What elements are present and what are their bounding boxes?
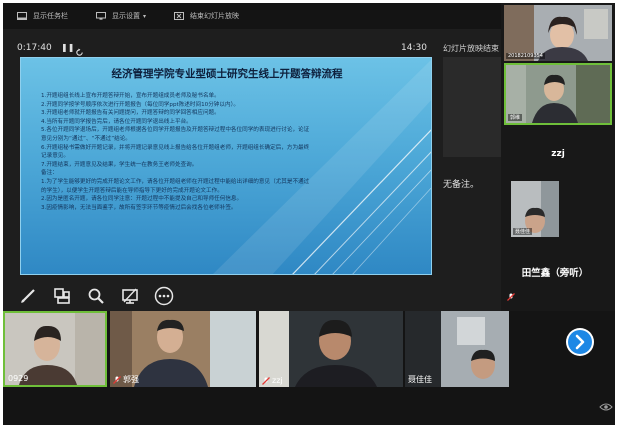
end-show-icon — [174, 12, 185, 20]
reset-icon — [76, 48, 83, 56]
chevron-right-icon — [568, 330, 592, 354]
pause-timer-button[interactable]: ❚❚ — [61, 43, 74, 52]
participant-name: zzj — [272, 376, 283, 385]
slide-line: 1.为了学生能够更好的完成开题论文工作，请各位开题组老师在开题过程中能给出详细的… — [41, 178, 310, 185]
more-icon — [154, 286, 174, 306]
slide-line: 5.各位开题同学退场后，开题组老师根据各位同学开题报告及开题答辩过程中各位同学的… — [41, 127, 310, 134]
participant-video[interactable]: 20182109354 — [504, 5, 612, 61]
slide-line: 1.开题组组长线上宣布开题答辩开始，宣布开题组成员老师及秘书名单。 — [41, 93, 220, 99]
next-slide-preview[interactable] — [443, 57, 501, 157]
participant-video[interactable]: zzj — [259, 311, 403, 387]
slide-tools — [17, 285, 187, 307]
slide-line: 7.开题结束，开题意见及结果，学生统一在教务王老师处查询。 — [41, 161, 198, 168]
participant-name: 聂佳佳 — [513, 228, 533, 235]
mic-muted-icon — [262, 376, 270, 385]
participant-video[interactable]: 郭维 — [504, 63, 612, 125]
show-taskbar-label: 显示任务栏 — [33, 12, 68, 20]
participant-name: 聂佳佳 — [408, 375, 432, 384]
slide-line: 2.开题同学按学号顺序依次进行开题报告（每位同学ppt陈述时间10分钟以内）。 — [41, 101, 239, 108]
more-options-button[interactable] — [153, 285, 175, 307]
participant-name-tile[interactable]: zzj — [504, 149, 612, 159]
slides-grid-icon — [54, 288, 70, 304]
slide-line: 备注： — [41, 170, 58, 177]
participant-name: 20182109354 — [506, 53, 545, 59]
participant-strip: 0929 郭强 zzj 聂佳佳 — [3, 311, 615, 425]
participant-tile-label: zzj — [262, 376, 283, 385]
pen-tool-button[interactable] — [17, 285, 39, 307]
elapsed-timer: 0:17:40 — [17, 43, 52, 53]
participant-tile-label: 郭强 — [113, 374, 139, 385]
slide-line: 2.因为是匿名开题，请各位同学注意：开题过程中不能提及自己和导师任何信息。 — [41, 196, 243, 203]
presenter-view: 0:17:40 ❚❚ 14:30 经济管理学院专业型硕士研究生线上开题答辩流程 … — [3, 29, 501, 311]
notes-panel: 幻灯片放映结束 无备注。 — [435, 29, 501, 311]
slide-line: 3.开题组老师就开题报告有关问题提问，开题答辩的同学回答相应问题。 — [41, 110, 220, 117]
black-screen-button[interactable] — [119, 285, 141, 307]
chevron-down-icon: ▾ — [143, 12, 147, 20]
video-meeting-window: 显示任务栏 显示设置 ▾ 结束幻灯片放映 0:17:40 ❚❚ 14:30 经济… — [3, 3, 615, 425]
eye-icon — [599, 403, 613, 411]
next-slide-label: 幻灯片放映结束 — [443, 44, 499, 53]
see-all-slides-button[interactable] — [51, 285, 73, 307]
participant-video[interactable]: 聂佳佳 — [511, 181, 559, 237]
slide-title: 经济管理学院专业型硕士研究生线上开题答辩流程 — [111, 68, 343, 80]
monitor-icon — [96, 12, 106, 20]
end-slideshow-label: 结束幻灯片放映 — [190, 12, 240, 20]
slide-line: 4.当所有开题同学报告完后，请各位开题同学退出线上平台。 — [41, 118, 192, 125]
display-settings-button[interactable]: 显示设置 ▾ — [96, 11, 146, 21]
next-page-button[interactable] — [566, 328, 594, 356]
slide-line: 3.因疫情影响，无法当面鉴字，故所有签字环节等疫情过后会找各位老师补签。 — [41, 204, 237, 211]
mic-muted-icon — [507, 293, 515, 301]
slide-line: 的学生），以便学生开题答辩后能在导师指导下更好的完成开题论文工作。 — [41, 187, 223, 194]
end-slideshow-button[interactable]: 结束幻灯片放映 — [174, 11, 239, 21]
slide-line: 记录意见。 — [41, 153, 69, 160]
taskbar-icon — [17, 12, 27, 20]
mic-muted-icon — [113, 375, 121, 384]
slide-line: 6.开题组秘书需做好开题记录，并将开题记录意见线上报告给各位开题组老师，开题组组… — [41, 144, 310, 151]
presenter-toolbar: 显示任务栏 显示设置 ▾ 结束幻灯片放映 — [3, 3, 501, 29]
participant-video[interactable]: 郭强 — [110, 311, 256, 387]
slide-body: 1.开题组组长线上宣布开题答辩开始，宣布开题组成员老师及秘书名单。 2.开题同学… — [41, 92, 426, 212]
display-settings-label: 显示设置 — [112, 12, 140, 20]
screen-slash-icon — [122, 288, 138, 304]
view-toggle-button[interactable] — [599, 397, 613, 416]
participant-video[interactable]: 聂佳佳 — [405, 311, 509, 387]
magnifier-icon — [88, 288, 104, 304]
show-taskbar-button[interactable]: 显示任务栏 — [17, 11, 68, 21]
participant-name-tile[interactable]: 田竺鑫（旁听） — [501, 265, 609, 279]
pen-icon — [21, 289, 35, 303]
current-slide: 经济管理学院专业型硕士研究生线上开题答辩流程 1.开题组组长线上宣布开题答辩开始… — [20, 57, 432, 275]
participant-name: 郭强 — [123, 375, 139, 384]
zoom-button[interactable] — [85, 285, 107, 307]
participant-name: 0929 — [8, 374, 29, 383]
current-time: 14:30 — [401, 43, 427, 53]
slide-line: 意见分别为“通过”、“不通过”结论。 — [41, 135, 131, 142]
speaker-notes: 无备注。 — [443, 180, 480, 190]
participant-sidebar: 20182109354 郭维 zzj 聂佳佳 田竺鑫（旁听） — [501, 3, 615, 311]
participant-name: 郭维 — [508, 114, 523, 121]
participant-video[interactable]: 0929 — [3, 311, 107, 387]
